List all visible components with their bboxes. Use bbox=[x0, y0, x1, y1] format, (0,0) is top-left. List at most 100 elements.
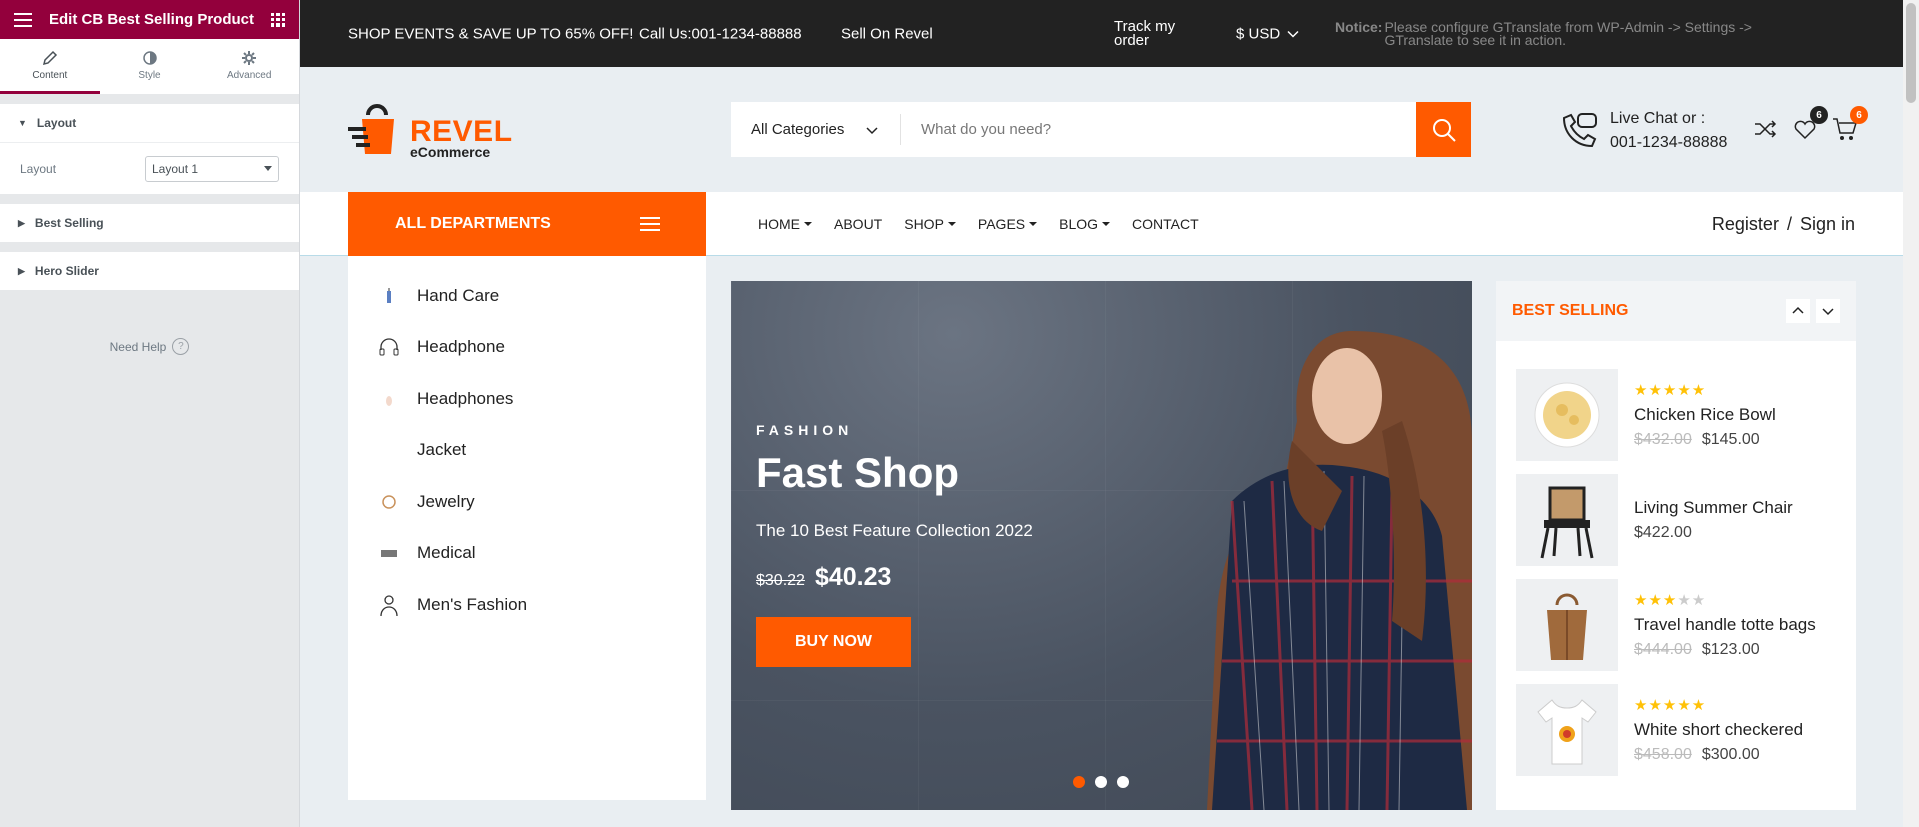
currency-select[interactable]: $ USD bbox=[1236, 25, 1300, 42]
product-info: ★★★★★ White short checkered $458.00 $300… bbox=[1634, 684, 1803, 776]
rating-stars: ★★★★★ bbox=[1634, 697, 1707, 714]
widgets-grid-icon[interactable] bbox=[271, 12, 285, 27]
best-selling-item[interactable]: ★★★★★ Travel handle totte bags $444.00 $… bbox=[1516, 579, 1836, 671]
menu-lines-icon bbox=[640, 217, 660, 231]
all-departments-toggle[interactable]: ALL DEPARTMENTS bbox=[348, 192, 706, 256]
site-preview: SHOP EVENTS & SAVE UP TO 65% OFF! Call U… bbox=[300, 0, 1903, 827]
layout-select[interactable]: Layout 1 bbox=[145, 155, 279, 182]
medical-icon bbox=[377, 541, 401, 565]
category-label: Headphone bbox=[417, 337, 505, 357]
live-chat[interactable]: Live Chat or : 001-1234-88888 bbox=[1558, 107, 1727, 155]
category-item-headphones[interactable]: Headphones bbox=[348, 373, 706, 425]
hamburger-menu-icon[interactable] bbox=[14, 12, 32, 27]
search-bar: All Categories What do you need? bbox=[731, 102, 1471, 157]
menu-item-about[interactable]: ABOUT bbox=[834, 216, 882, 232]
notice-line2: GTranslate to see it in action. bbox=[1384, 31, 1567, 48]
category-label: Medical bbox=[417, 543, 476, 563]
prev-button[interactable] bbox=[1786, 299, 1810, 323]
category-item-jewelry[interactable]: Jewelry bbox=[348, 476, 706, 528]
menu-item-contact[interactable]: CONTACT bbox=[1132, 216, 1199, 232]
question-icon: ? bbox=[172, 338, 190, 355]
caret-down-icon bbox=[1102, 222, 1111, 226]
call-us-text[interactable]: Call Us:001-1234-88888 bbox=[639, 25, 802, 42]
layout-select-value: Layout 1 bbox=[152, 161, 199, 176]
search-placeholder: What do you need? bbox=[921, 121, 1052, 138]
caret-right-icon: ▶ bbox=[18, 265, 25, 276]
best-selling-item[interactable]: ★★★★★ White short checkered $458.00 $300… bbox=[1516, 684, 1836, 776]
need-help-link[interactable]: Need Help ? bbox=[0, 338, 299, 355]
search-button[interactable] bbox=[1416, 102, 1471, 157]
gtranslate-notice: Notice: Please configure GTranslate from… bbox=[1335, 20, 1752, 48]
section-layout-label: Layout bbox=[36, 116, 77, 130]
sell-on-link[interactable]: Sell On Revel bbox=[841, 25, 933, 42]
hero-old-price: $30.22 bbox=[756, 572, 805, 589]
section-hero-slider[interactable]: ▶ Hero Slider bbox=[0, 252, 299, 290]
live-chat-phone: 001-1234-88888 bbox=[1610, 134, 1728, 151]
hero-slider: FASHION Fast Shop The 10 Best Feature Co… bbox=[731, 281, 1472, 810]
buy-now-button[interactable]: BUY NOW bbox=[756, 617, 911, 667]
product-info: Living Summer Chair $422.00 bbox=[1634, 474, 1793, 566]
logo[interactable]: REVEL eCommerce bbox=[348, 101, 513, 159]
scrollbar-thumb[interactable] bbox=[1906, 3, 1916, 103]
caret-down-icon bbox=[804, 222, 812, 226]
slider-dot-1[interactable] bbox=[1073, 776, 1085, 788]
search-input[interactable]: What do you need? bbox=[901, 102, 1416, 157]
slider-dot-3[interactable] bbox=[1117, 776, 1129, 788]
tab-style[interactable]: Style bbox=[100, 39, 200, 94]
best-selling-item[interactable]: Living Summer Chair $422.00 bbox=[1516, 474, 1836, 566]
menu-item-blog[interactable]: BLOG bbox=[1059, 216, 1111, 232]
compare-button[interactable] bbox=[1752, 116, 1778, 142]
caret-right-icon: ▶ bbox=[18, 217, 25, 228]
category-item-jacket[interactable]: Jacket bbox=[348, 425, 706, 477]
hero-price: $30.22 $40.23 bbox=[756, 563, 891, 592]
menu-item-label: PAGES bbox=[977, 216, 1026, 232]
headphones-icon bbox=[377, 387, 401, 411]
category-item-headphone[interactable]: Headphone bbox=[348, 322, 706, 374]
category-select[interactable]: All Categories bbox=[731, 114, 901, 145]
live-chat-text: Live Chat or : 001-1234-88888 bbox=[1610, 107, 1727, 155]
category-label: Jacket bbox=[417, 440, 467, 460]
tab-advanced-label: Advanced bbox=[226, 69, 272, 81]
panel-tabs: Content Style Advanced bbox=[0, 39, 299, 94]
bag-image bbox=[1547, 593, 1587, 660]
track-order-link[interactable]: Track my order bbox=[1114, 19, 1175, 48]
best-selling-item[interactable]: ★★★★★ Chicken Rice Bowl $432.00 $145.00 bbox=[1516, 369, 1836, 461]
next-button[interactable] bbox=[1816, 299, 1840, 323]
category-label: Headphones bbox=[417, 388, 514, 408]
caret-down-icon: ▼ bbox=[18, 118, 27, 128]
cart-button[interactable]: 6 bbox=[1832, 106, 1868, 142]
new-price: $123.00 bbox=[1701, 641, 1760, 658]
product-thumbnail bbox=[1516, 684, 1618, 776]
menu-item-home[interactable]: HOME bbox=[758, 216, 812, 232]
product-prices: $422.00 bbox=[1634, 524, 1793, 542]
jewelry-icon bbox=[377, 490, 401, 514]
section-best-selling[interactable]: ▶ Best Selling bbox=[0, 204, 299, 242]
new-price: $422.00 bbox=[1634, 524, 1692, 541]
hero-model-image bbox=[1207, 331, 1472, 810]
tab-content-label: Content bbox=[32, 69, 68, 81]
page-scrollbar[interactable] bbox=[1903, 0, 1919, 827]
category-label: Men's Fashion bbox=[417, 594, 528, 614]
slider-dot-2[interactable] bbox=[1095, 776, 1107, 788]
tab-content[interactable]: Content bbox=[0, 39, 100, 94]
register-link[interactable]: Register bbox=[1712, 214, 1779, 235]
wishlist-button[interactable]: 6 bbox=[1792, 106, 1828, 142]
menu-item-shop[interactable]: SHOP bbox=[904, 216, 956, 232]
category-item-hand-care[interactable]: Hand Care bbox=[348, 270, 706, 322]
product-name: Living Summer Chair bbox=[1634, 498, 1793, 517]
product-prices: $432.00 $145.00 bbox=[1634, 431, 1776, 449]
menu-item-pages[interactable]: PAGES bbox=[977, 216, 1038, 232]
section-layout[interactable]: ▼ Layout bbox=[0, 104, 299, 142]
tab-advanced[interactable]: Advanced bbox=[199, 39, 299, 94]
product-name: Travel handle totte bags bbox=[1634, 615, 1816, 634]
signin-link[interactable]: Sign in bbox=[1800, 214, 1855, 235]
category-item-medical[interactable]: Medical bbox=[348, 528, 706, 580]
hero-title: Fast Shop bbox=[756, 449, 960, 496]
category-label: Hand Care bbox=[417, 285, 500, 305]
category-item-mens-fashion[interactable]: Men's Fashion bbox=[348, 579, 706, 631]
pencil-icon bbox=[42, 50, 57, 65]
editor-panel: Edit CB Best Selling Product Content Sty… bbox=[0, 0, 300, 827]
category-sidebar: Hand Care Headphone Headphones Jacket Je… bbox=[348, 256, 706, 800]
cart-count-badge: 6 bbox=[1850, 106, 1868, 124]
jacket-icon bbox=[377, 438, 401, 462]
